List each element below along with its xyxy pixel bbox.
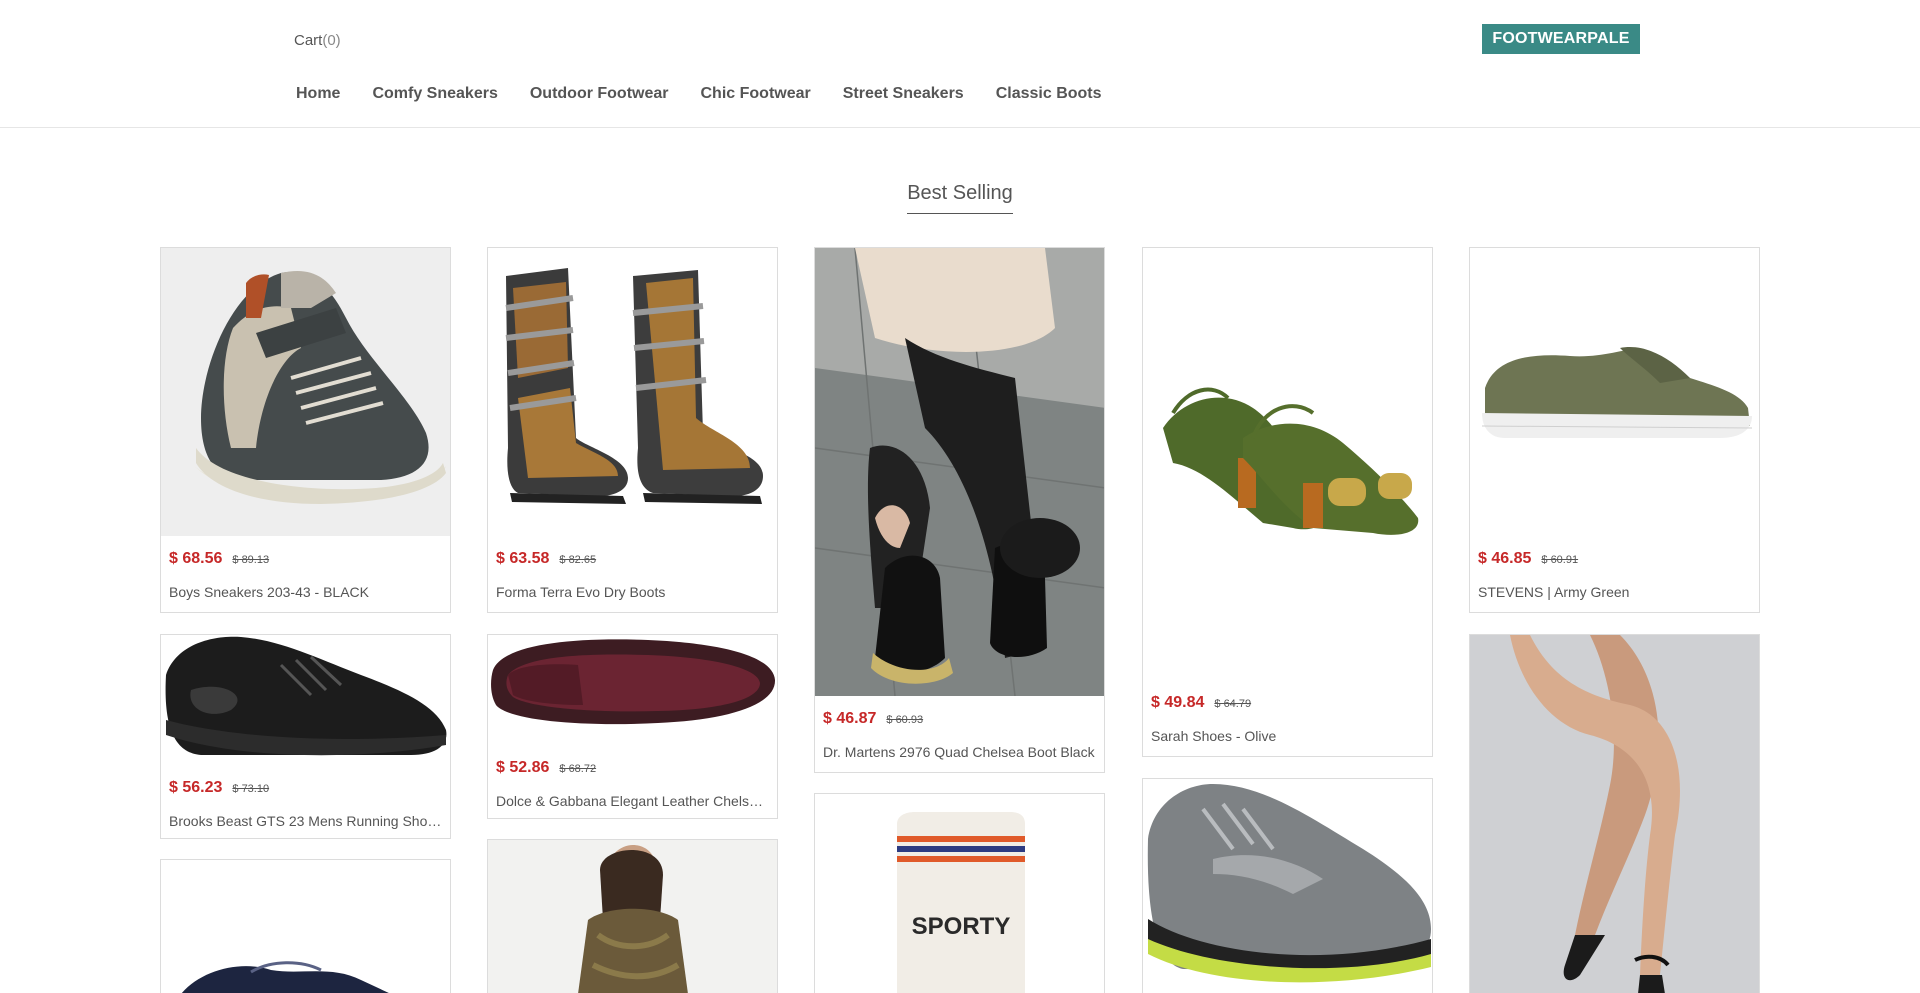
product-card[interactable] [160, 859, 451, 993]
product-image-model[interactable] [488, 840, 777, 993]
product-card[interactable] [487, 839, 778, 993]
product-image-leather-sole[interactable] [488, 635, 777, 745]
logo-text: FOOTWEARPALE [1492, 30, 1630, 47]
product-image-slingback[interactable] [1143, 248, 1432, 680]
old-price: $ 64.79 [1214, 698, 1252, 710]
price-row: $ 49.84 $ 64.79 [1143, 680, 1432, 714]
site-header: Cart(0) FOOTWEARPALE Home Comfy Sneakers… [0, 0, 1920, 128]
cart-label: Cart [294, 32, 323, 49]
cart-link[interactable]: Cart(0) [294, 32, 341, 49]
old-price: $ 82.65 [559, 554, 597, 566]
price: $ 46.85 [1478, 550, 1532, 567]
product-card[interactable]: $ 46.87 $ 60.93 Dr. Martens 2976 Quad Ch… [814, 247, 1105, 773]
product-image-boots[interactable] [488, 248, 777, 536]
price-row: $ 52.86 $ 68.72 [488, 745, 777, 779]
product-image-running-shoe[interactable] [161, 635, 450, 765]
product-image-stiletto[interactable] [1470, 635, 1759, 993]
nav-street-sneakers[interactable]: Street Sneakers [843, 85, 964, 103]
old-price: $ 68.72 [559, 763, 597, 775]
product-card[interactable] [1142, 778, 1433, 993]
product-card[interactable]: SPORTY [814, 793, 1105, 993]
section-heading: Best Selling [0, 182, 1920, 214]
product-image-chelsea-boot[interactable] [815, 248, 1104, 696]
price: $ 63.58 [496, 550, 550, 567]
product-name[interactable]: Dr. Martens 2976 Quad Chelsea Boot Black [815, 730, 1104, 772]
product-image-socks[interactable]: SPORTY [815, 794, 1104, 993]
nav-outdoor-footwear[interactable]: Outdoor Footwear [530, 85, 669, 103]
price: $ 49.84 [1151, 694, 1205, 711]
nav-home[interactable]: Home [296, 85, 340, 103]
product-card[interactable]: $ 46.85 $ 60.91 STEVENS | Army Green [1469, 247, 1760, 613]
section-title: Best Selling [907, 182, 1013, 214]
product-name[interactable]: Boys Sneakers 203-43 - BLACK [161, 570, 450, 612]
price-row: $ 56.23 $ 73.10 [161, 765, 450, 799]
product-card[interactable]: $ 49.84 $ 64.79 Sarah Shoes - Olive [1142, 247, 1433, 757]
product-image-navy-sneaker[interactable] [161, 860, 450, 993]
main-nav: Home Comfy Sneakers Outdoor Footwear Chi… [296, 85, 1102, 103]
nav-chic-footwear[interactable]: Chic Footwear [701, 85, 811, 103]
product-card[interactable] [1469, 634, 1760, 993]
product-card[interactable]: $ 63.58 $ 82.65 Forma Terra Evo Dry Boot… [487, 247, 778, 613]
product-card[interactable]: $ 56.23 $ 73.10 Brooks Beast GTS 23 Mens… [160, 634, 451, 839]
product-name[interactable]: Dolce & Gabbana Elegant Leather Chelsea … [488, 779, 777, 818]
cart-count: (0) [322, 32, 341, 49]
product-name[interactable]: STEVENS | Army Green [1470, 570, 1759, 612]
site-logo[interactable]: FOOTWEARPALE [1482, 24, 1640, 54]
price-row: $ 68.56 $ 89.13 [161, 536, 450, 570]
product-card[interactable]: $ 52.86 $ 68.72 Dolce & Gabbana Elegant … [487, 634, 778, 819]
price: $ 46.87 [823, 710, 877, 727]
old-price: $ 60.91 [1541, 554, 1579, 566]
product-image-grey-running-shoe[interactable] [1143, 779, 1432, 993]
product-name[interactable]: Sarah Shoes - Olive [1143, 714, 1432, 756]
old-price: $ 60.93 [886, 714, 924, 726]
price-row: $ 46.87 $ 60.93 [815, 696, 1104, 730]
product-card[interactable]: $ 68.56 $ 89.13 Boys Sneakers 203-43 - B… [160, 247, 451, 613]
product-name[interactable]: Forma Terra Evo Dry Boots [488, 570, 777, 612]
price: $ 52.86 [496, 759, 550, 776]
price: $ 68.56 [169, 550, 223, 567]
price: $ 56.23 [169, 779, 223, 796]
nav-classic-boots[interactable]: Classic Boots [996, 85, 1102, 103]
price-row: $ 46.85 $ 60.91 [1470, 536, 1759, 570]
price-row: $ 63.58 $ 82.65 [488, 536, 777, 570]
old-price: $ 73.10 [232, 783, 270, 795]
product-name[interactable]: Brooks Beast GTS 23 Mens Running Shoes [161, 799, 450, 838]
nav-comfy-sneakers[interactable]: Comfy Sneakers [372, 85, 497, 103]
product-image-slip-on[interactable] [1470, 248, 1759, 536]
socks-print-text: SPORTY [912, 913, 1011, 940]
product-image-sneaker[interactable] [161, 248, 450, 536]
old-price: $ 89.13 [232, 554, 270, 566]
